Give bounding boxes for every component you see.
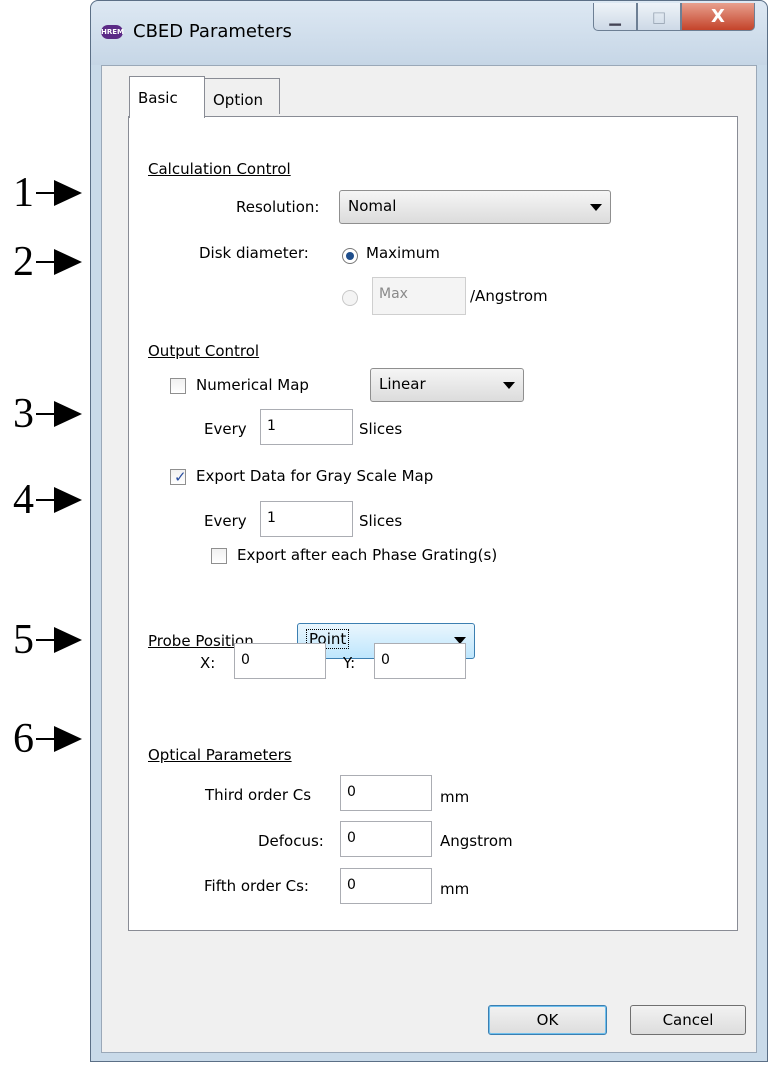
window-title: CBED Parameters [133, 21, 292, 42]
callout-1: 1 [2, 170, 84, 216]
window-controls: ▁ □ X [593, 3, 755, 31]
numerical-every-value: 1 [267, 418, 276, 434]
close-button[interactable]: X [681, 3, 755, 31]
callout-number: 1 [13, 170, 34, 216]
probe-y-value: 0 [381, 652, 390, 668]
every-label: Every [204, 512, 247, 530]
fifth-order-cs-input[interactable]: 0 [340, 868, 432, 904]
resolution-value: Nomal [348, 197, 397, 215]
probe-x-value: 0 [241, 652, 250, 668]
disk-diameter-label: Disk diameter: [199, 244, 309, 262]
chevron-down-icon [503, 382, 515, 389]
export-gray-checkbox[interactable]: ✓ [170, 468, 187, 486]
optical-parameters-header: Optical Parameters [148, 746, 292, 764]
maximize-button[interactable]: □ [637, 3, 681, 31]
numerical-map-label: Numerical Map [196, 376, 309, 394]
maximize-icon: □ [651, 7, 667, 26]
numerical-every-input[interactable]: 1 [260, 409, 353, 445]
callout-4: 4 [2, 477, 84, 523]
cancel-button[interactable]: Cancel [630, 1005, 746, 1035]
probe-x-label: X: [200, 654, 216, 672]
third-order-cs-input[interactable]: 0 [340, 775, 432, 811]
max-diameter-value: Max [379, 286, 408, 302]
arrow-right-icon [36, 180, 82, 206]
callout-3: 3 [2, 391, 84, 437]
max-diameter-field[interactable]: Max [372, 277, 466, 315]
minimize-icon: ▁ [609, 7, 621, 26]
defocus-input[interactable]: 0 [340, 821, 432, 857]
defocus-label: Defocus: [258, 832, 324, 850]
third-order-cs-label: Third order Cs [205, 786, 312, 804]
title-bar[interactable]: HREM CBED Parameters ▁ □ X [91, 1, 767, 65]
output-control-header: Output Control [148, 342, 260, 360]
resolution-select[interactable]: Nomal [339, 190, 611, 224]
callout-number: 3 [13, 391, 34, 437]
callout-6: 6 [2, 716, 84, 762]
arrow-right-icon [36, 487, 82, 513]
slices-label: Slices [359, 512, 403, 530]
checkmark-icon: ✓ [174, 468, 187, 486]
chevron-down-icon [590, 204, 602, 211]
probe-x-input[interactable]: 0 [234, 643, 326, 679]
fifth-order-cs-label: Fifth order Cs: [204, 877, 309, 895]
gray-every-value: 1 [267, 510, 276, 526]
numerical-scale-select[interactable]: Linear [370, 368, 524, 402]
tab-label: Basic [138, 89, 178, 107]
close-icon: X [711, 6, 725, 27]
ok-button[interactable]: OK [488, 1005, 607, 1035]
probe-y-input[interactable]: 0 [374, 643, 466, 679]
app-logo-icon: HREM [101, 25, 124, 39]
slices-label: Slices [359, 420, 403, 438]
custom-diameter-radio[interactable] [342, 290, 358, 306]
maximum-radio[interactable] [342, 248, 358, 264]
maximum-label: Maximum [366, 244, 440, 262]
tab-option[interactable]: Option [204, 78, 280, 114]
angstrom-unit-label: /Angstrom [470, 287, 548, 305]
third-order-cs-value: 0 [347, 784, 356, 800]
export-after-checkbox[interactable] [211, 548, 227, 564]
callout-number: 5 [13, 617, 34, 663]
arrow-right-icon [36, 401, 82, 427]
resolution-label: Resolution: [236, 198, 320, 216]
probe-y-label: Y: [343, 654, 356, 672]
arrow-right-icon [36, 627, 82, 653]
callout-number: 6 [13, 716, 34, 762]
every-label: Every [204, 420, 247, 438]
radio-selected-dot [346, 252, 354, 260]
callout-number: 2 [13, 239, 34, 285]
defocus-unit: Angstrom [440, 832, 513, 850]
arrow-right-icon [36, 249, 82, 275]
numerical-map-checkbox[interactable] [170, 378, 186, 394]
third-order-cs-unit: mm [440, 788, 470, 806]
fifth-order-cs-value: 0 [347, 877, 356, 893]
minimize-button[interactable]: ▁ [593, 3, 637, 31]
numerical-scale-value: Linear [379, 375, 426, 393]
arrow-right-icon [36, 726, 82, 752]
callout-5: 5 [2, 617, 84, 663]
tab-basic[interactable]: Basic [129, 76, 205, 118]
defocus-value: 0 [347, 830, 356, 846]
callout-2: 2 [2, 239, 84, 285]
tab-label: Option [213, 91, 264, 109]
calculation-control-header: Calculation Control [148, 160, 291, 178]
gray-every-input[interactable]: 1 [260, 501, 353, 537]
callout-number: 4 [13, 477, 34, 523]
export-gray-label: Export Data for Gray Scale Map [196, 467, 434, 485]
export-after-label: Export after each Phase Grating(s) [237, 546, 498, 564]
fifth-order-cs-unit: mm [440, 880, 470, 898]
